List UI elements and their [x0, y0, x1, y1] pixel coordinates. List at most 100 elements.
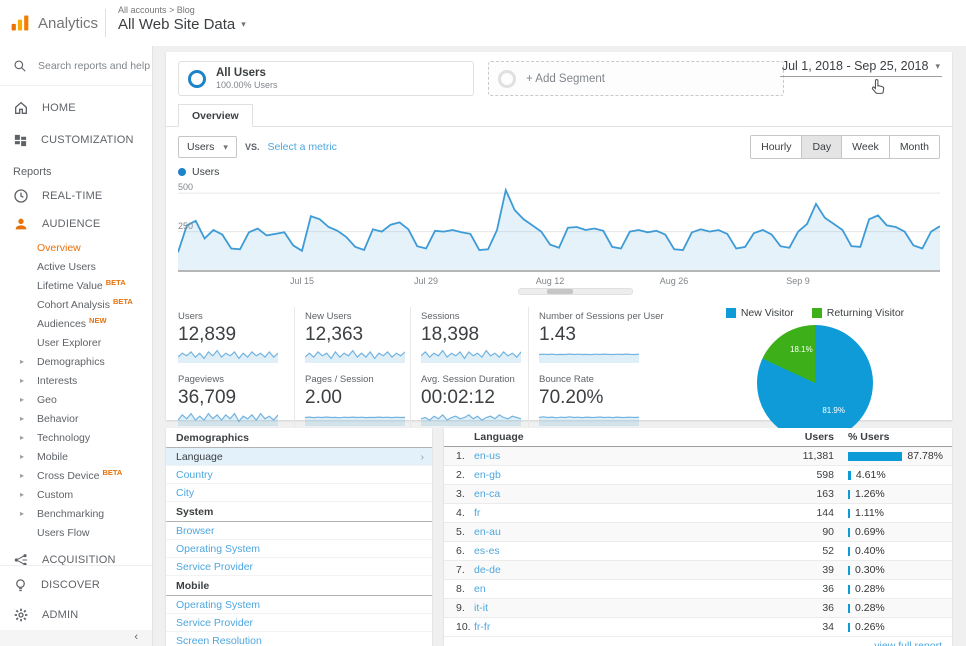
product-name: Analytics [38, 14, 99, 32]
granularity-week-button[interactable]: Week [841, 136, 889, 158]
language-code[interactable]: es-es [474, 545, 500, 557]
expand-arrow-icon[interactable]: ▸ [20, 452, 24, 461]
sidebar-item-discover[interactable]: DISCOVER [0, 570, 152, 600]
property-name: All Web Site Data [118, 16, 236, 33]
sidebar-item-active-users[interactable]: Active Users [0, 257, 152, 276]
language-link[interactable]: en-ca [474, 488, 762, 500]
select-metric-link[interactable]: Select a metric [267, 141, 336, 153]
sidebar-item-mobile[interactable]: ▸ Mobile [0, 447, 152, 466]
expand-arrow-icon[interactable]: ▸ [20, 490, 24, 499]
sidebar-item-overview[interactable]: Overview [0, 238, 152, 257]
sidebar-item-realtime[interactable]: REAL-TIME [0, 182, 152, 210]
metric-selector-dropdown[interactable]: Users ▾ [178, 136, 237, 158]
language-code[interactable]: fr-fr [474, 621, 490, 633]
sidebar-item-lifetime-value[interactable]: Lifetime Value BETA [0, 276, 152, 295]
view-full-report-link[interactable]: view full report [874, 640, 942, 646]
sidebar-item-interests[interactable]: ▸ Interests [0, 371, 152, 390]
property-selector[interactable]: All Web Site Data ▾ [118, 16, 246, 33]
sidebar-item-admin[interactable]: ADMIN [0, 600, 152, 630]
dimension-link-browser[interactable]: Browser [166, 522, 432, 540]
sidebar-item-audience[interactable]: AUDIENCE [0, 210, 152, 238]
users-count: 39 [822, 564, 834, 576]
language-code[interactable]: it-it [474, 602, 488, 614]
sidebar-item-home[interactable]: HOME [0, 92, 152, 124]
language-code[interactable]: en-gb [474, 469, 501, 481]
sidebar-item-users-flow[interactable]: Users Flow [0, 523, 152, 542]
col-users[interactable]: Users [762, 431, 834, 443]
add-segment-button[interactable]: + Add Segment [488, 61, 784, 96]
row-rank: 3. [456, 488, 465, 500]
metric-card-pages-session[interactable]: Pages / Session 2.00 [294, 370, 410, 433]
sidebar-item-geo[interactable]: ▸ Geo [0, 390, 152, 409]
language-code[interactable]: de-de [474, 564, 501, 576]
expand-arrow-icon[interactable]: ▸ [20, 414, 24, 423]
visitor-type-pie-chart[interactable]: 81.9% 18.1% [757, 325, 873, 441]
sidebar-item-behavior[interactable]: ▸ Behavior [0, 409, 152, 428]
dimension-link-city[interactable]: City [166, 484, 432, 502]
sidebar-item-user-explorer[interactable]: User Explorer [0, 333, 152, 352]
segment-all-users[interactable]: All Users 100.00% Users [178, 61, 474, 96]
language-link[interactable]: en [474, 583, 762, 595]
language-code[interactable]: en-us [474, 450, 500, 462]
expand-arrow-icon[interactable]: ▸ [20, 357, 24, 366]
sidebar-item-technology[interactable]: ▸ Technology [0, 428, 152, 447]
language-link[interactable]: en-gb [474, 469, 762, 481]
col-language[interactable]: Language [474, 431, 762, 443]
language-code[interactable]: en-ca [474, 488, 500, 500]
language-link[interactable]: en-us [474, 450, 762, 462]
sidebar-item-demographics[interactable]: ▸ Demographics [0, 352, 152, 371]
language-code[interactable]: fr [474, 507, 480, 519]
chart-plot-area[interactable]: 250 500 [178, 179, 940, 275]
granularity-hourly-button[interactable]: Hourly [751, 136, 802, 158]
language-link[interactable]: es-es [474, 545, 762, 557]
expand-arrow-icon[interactable]: ▸ [20, 471, 24, 480]
metric-card-pageviews[interactable]: Pageviews 36,709 [178, 370, 294, 433]
search-input[interactable]: Search reports and help [0, 46, 152, 86]
granularity-month-button[interactable]: Month [888, 136, 939, 158]
language-code[interactable]: en-au [474, 526, 501, 538]
metric-card-bounce-rate[interactable]: Bounce Rate 70.20% [528, 370, 680, 433]
chart-scrollbar-handle[interactable] [547, 289, 573, 294]
sidebar-item-cohort-analysis[interactable]: Cohort Analysis BETA [0, 295, 152, 314]
dimension-link-operating-system[interactable]: Operating System [166, 596, 432, 614]
sidebar-collapse-button[interactable]: ‹ [0, 630, 152, 646]
language-link[interactable]: fr-fr [474, 621, 762, 633]
sidebar-item-custom[interactable]: ▸ Custom [0, 485, 152, 504]
expand-arrow-icon[interactable]: ▸ [20, 433, 24, 442]
metric-value: 18,398 [421, 324, 480, 345]
dimension-link-service-provider[interactable]: Service Provider [166, 614, 432, 632]
row-rank: 2. [456, 469, 465, 481]
sidebar-item-customization[interactable]: CUSTOMIZATION [0, 124, 152, 156]
dimension-link-country[interactable]: Country [166, 466, 432, 484]
sidebar-item-audiences[interactable]: Audiences NEW [0, 314, 152, 333]
metric-sparkline [305, 416, 405, 426]
metric-card-avg-session-duration[interactable]: Avg. Session Duration 00:02:12 [410, 370, 528, 433]
language-link[interactable]: fr [474, 507, 762, 519]
granularity-day-button[interactable]: Day [801, 136, 842, 158]
dimension-link-operating-system[interactable]: Operating System [166, 540, 432, 558]
metric-card-number-of-sessions-per-user[interactable]: Number of Sessions per User 1.43 [528, 307, 680, 370]
metric-card-users[interactable]: Users 12,839 [178, 307, 294, 370]
metric-card-sessions[interactable]: Sessions 18,398 [410, 307, 528, 370]
sidebar-item-benchmarking[interactable]: ▸ Benchmarking [0, 504, 152, 523]
chart-scrollbar-track[interactable] [518, 288, 633, 295]
tab-overview[interactable]: Overview [178, 104, 253, 127]
metric-value: 2.00 [305, 387, 342, 408]
col-pct-users[interactable]: % Users [834, 431, 952, 443]
date-range-selector[interactable]: Jul 1, 2018 - Sep 25, 2018 ▾ [779, 57, 942, 77]
language-link[interactable]: de-de [474, 564, 762, 576]
language-link[interactable]: en-au [474, 526, 762, 538]
dimension-link-screen-resolution[interactable]: Screen Resolution [166, 632, 432, 646]
language-code[interactable]: en [474, 583, 486, 595]
analytics-logo[interactable]: Analytics [0, 0, 106, 46]
expand-arrow-icon[interactable]: ▸ [20, 509, 24, 518]
group-header-system: System [166, 502, 432, 522]
metric-card-new-users[interactable]: New Users 12,363 [294, 307, 410, 370]
dimension-link-language[interactable]: Language › [166, 448, 432, 466]
sidebar-item-cross-device[interactable]: ▸ Cross Device BETA [0, 466, 152, 485]
expand-arrow-icon[interactable]: ▸ [20, 376, 24, 385]
language-link[interactable]: it-it [474, 602, 762, 614]
dimension-link-service-provider[interactable]: Service Provider [166, 558, 432, 576]
breadcrumb-path[interactable]: All accounts > Blog [118, 5, 246, 15]
expand-arrow-icon[interactable]: ▸ [20, 395, 24, 404]
